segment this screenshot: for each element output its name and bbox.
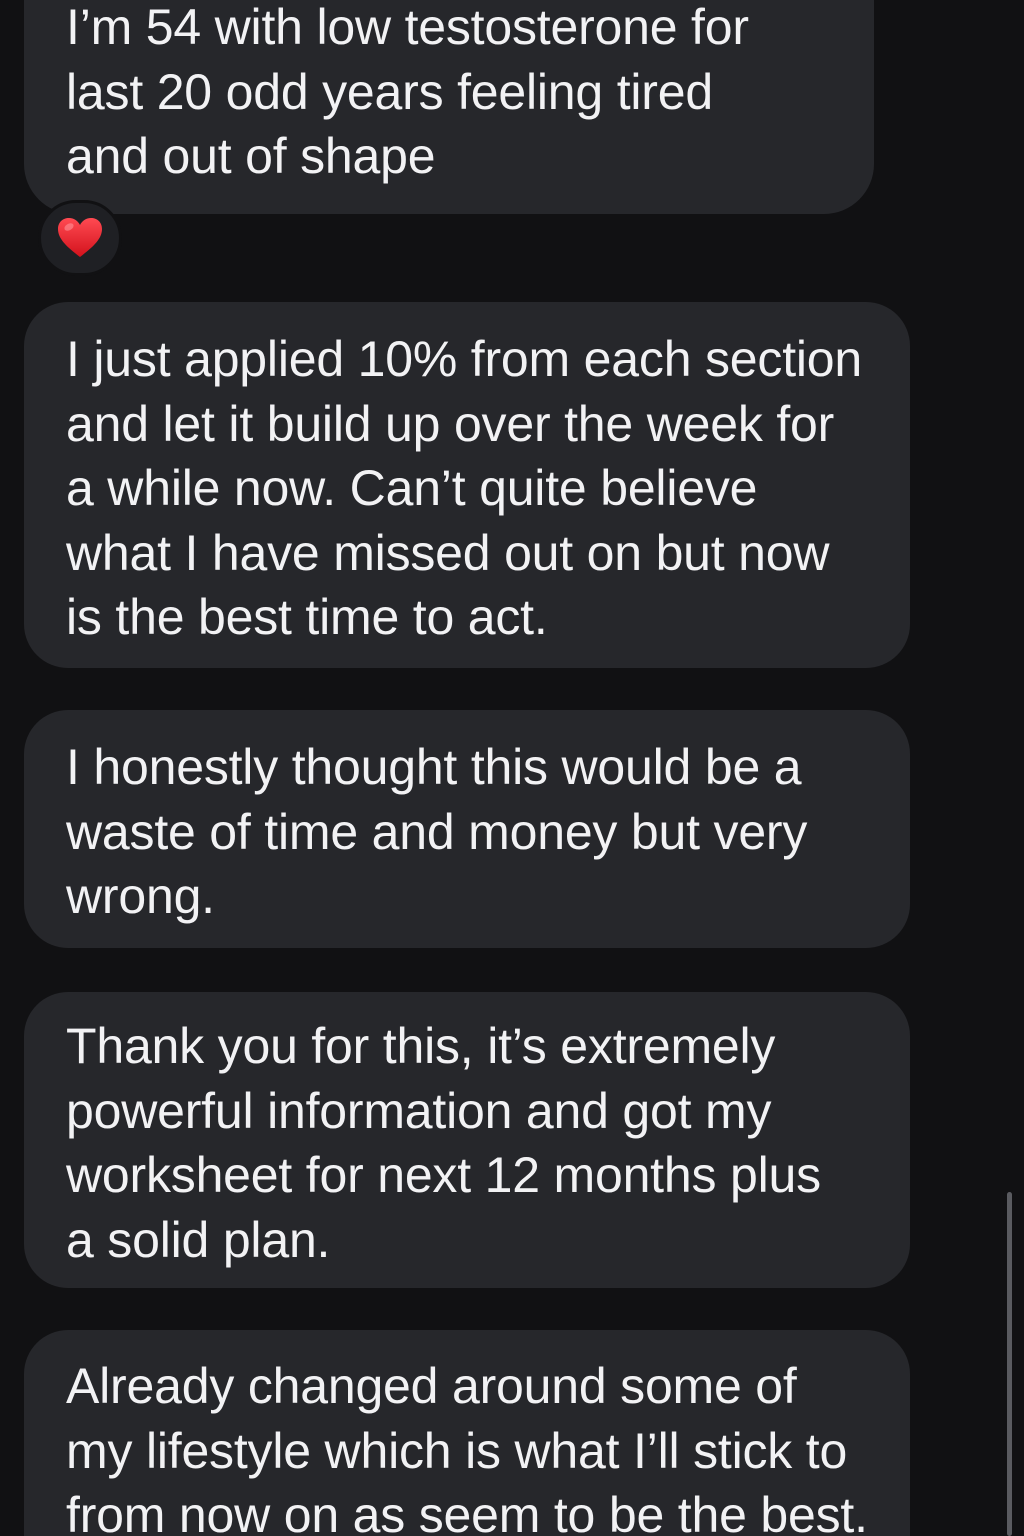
scrollbar[interactable] (1007, 1192, 1012, 1536)
message-text: Thank you for this, it’s extremely power… (66, 1018, 821, 1268)
message-bubble[interactable]: I honestly thought this would be a waste… (24, 710, 910, 948)
message-reaction[interactable] (38, 200, 122, 276)
message-bubble[interactable]: I’m 54 with low testosterone for last 20… (24, 0, 874, 214)
message-bubble[interactable]: Thank you for this, it’s extremely power… (24, 992, 910, 1288)
message-bubble[interactable]: Already changed around some of my lifest… (24, 1330, 910, 1536)
message-thread[interactable]: I’m 54 with low testosterone for last 20… (0, 0, 1024, 1536)
message-bubble[interactable]: I just applied 10% from each section and… (24, 302, 910, 668)
message-text: I’m 54 with low testosterone for last 20… (66, 0, 749, 184)
message-text: I just applied 10% from each section and… (66, 331, 863, 645)
message-text: I honestly thought this would be a waste… (66, 739, 808, 924)
message-text: Already changed around some of my lifest… (66, 1358, 868, 1536)
heart-icon (58, 218, 102, 257)
